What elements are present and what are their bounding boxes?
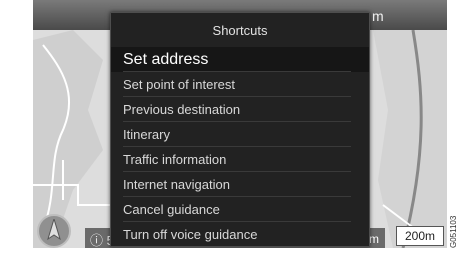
menu-item-set-point-of-interest[interactable]: Set point of interest [111,72,369,97]
menu-item-traffic-information[interactable]: Traffic information [111,147,369,172]
menu-title: Shortcuts [212,23,268,38]
distance-label: m [372,8,384,24]
compass-icon[interactable] [37,214,71,248]
menu-item-cancel-guidance[interactable]: Cancel guidance [111,197,369,222]
scale-fragment: m [369,232,379,246]
menu-item-previous-destination[interactable]: Previous destination [111,97,369,122]
compass-needle-icon [47,219,61,241]
menu-list: Set address Set point of interest Previo… [111,47,369,247]
map-scale[interactable]: 200m [396,226,444,246]
menu-item-internet-navigation[interactable]: Internet navigation [111,172,369,197]
menu-item-set-address[interactable]: Set address [111,47,369,72]
image-code-label: G051103 [449,215,458,248]
shortcuts-menu: Shortcuts Set address Set point of inter… [110,12,370,247]
menu-item-itinerary[interactable]: Itinerary [111,122,369,147]
menu-item-turn-off-voice-guidance[interactable]: Turn off voice guidance [111,222,369,247]
nav-screen: m ⓘ 5 m 200m Shortcuts Set address Set p… [33,0,447,248]
